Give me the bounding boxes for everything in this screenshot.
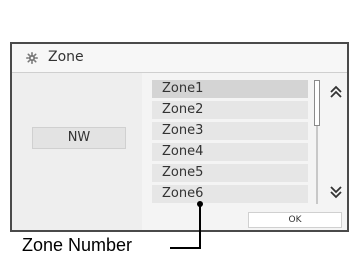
- illustration-frame: Zone NW Zone1 Zone2 Zone3 Zone4 Zone5 Zo…: [0, 0, 359, 267]
- callout-label: Zone Number: [22, 235, 133, 255]
- callout-leader-line: [170, 206, 201, 249]
